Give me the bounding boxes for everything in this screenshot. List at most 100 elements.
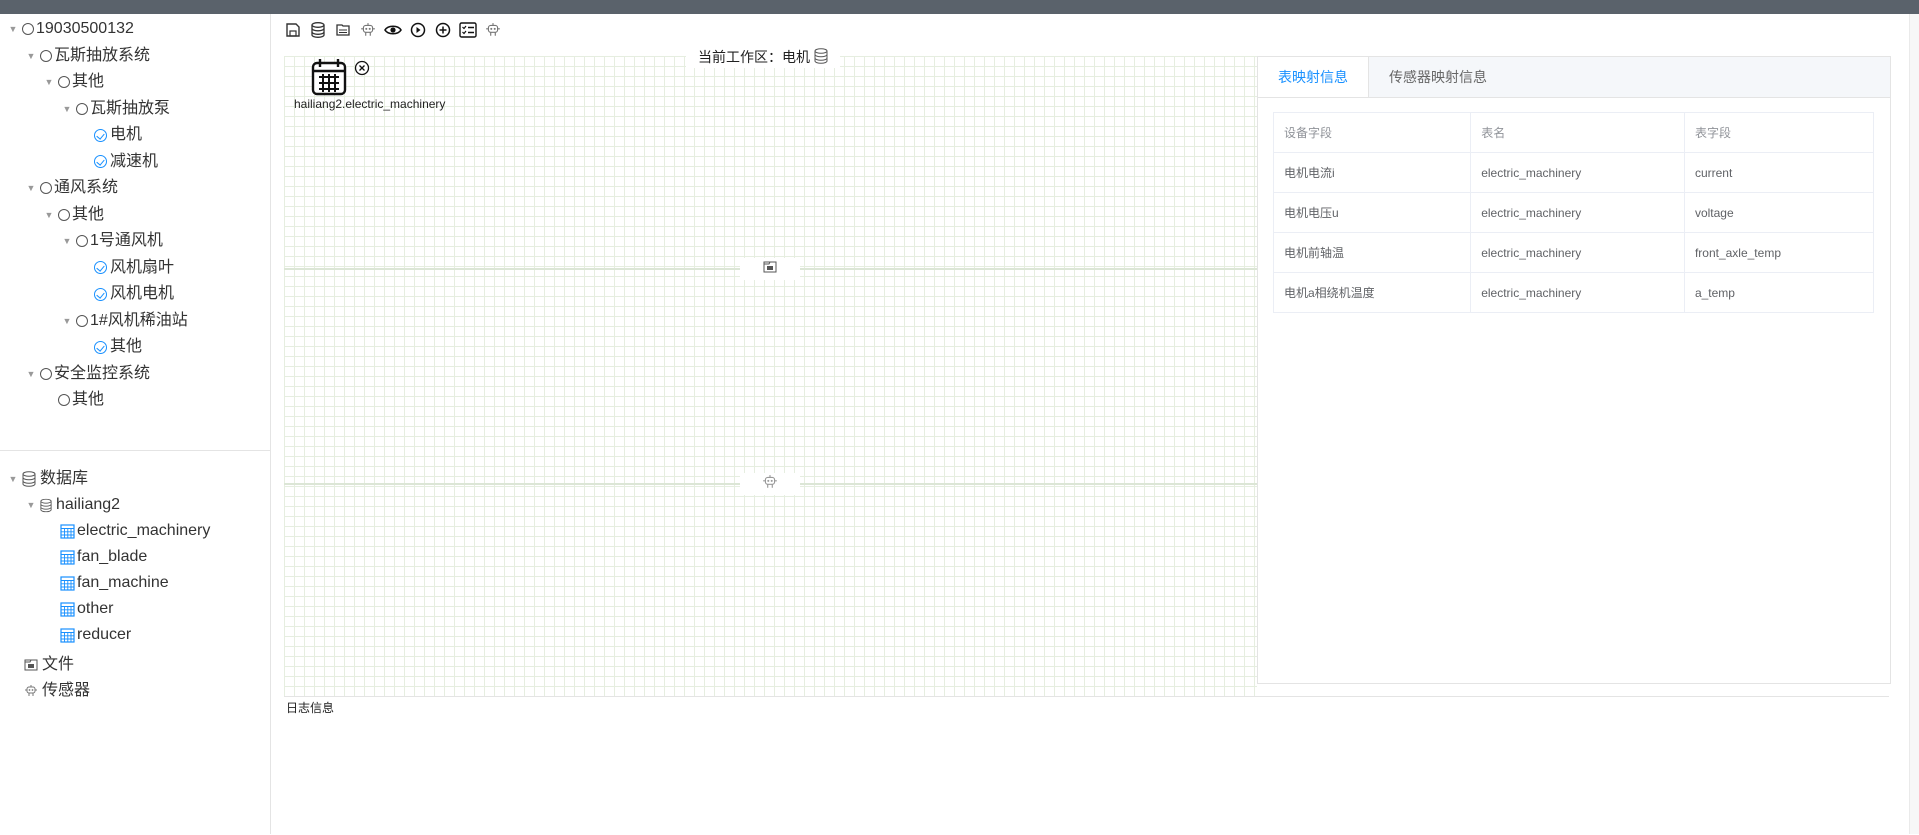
table-cell: 电机电流i — [1272, 152, 1472, 193]
check-circle-icon — [94, 128, 107, 142]
check-circle-icon — [94, 340, 107, 354]
tree-node[interactable]: 减速机 — [78, 149, 158, 175]
tab-sensor-mapping[interactable]: 传感器映射信息 — [1369, 57, 1507, 97]
table-row[interactable]: 电机电压u electric_machinery voltage — [1272, 192, 1875, 233]
column-header: 表名 — [1470, 112, 1685, 153]
tree-node[interactable]: 风机扇叶 — [78, 255, 174, 281]
table-cell: voltage — [1683, 192, 1875, 233]
tree-node[interactable]: ▼ 瓦斯抽放系统 — [24, 43, 150, 69]
tree-node[interactable]: 其他 — [78, 334, 142, 360]
table-cell: electric_machinery — [1470, 192, 1685, 233]
database-icon[interactable] — [309, 21, 327, 39]
table-cell: electric_machinery — [1470, 152, 1685, 193]
table-cell: a_temp — [1683, 272, 1875, 313]
check-circle-icon — [94, 261, 107, 274]
db-table-label: other — [77, 600, 114, 617]
table-icon — [60, 601, 75, 617]
tree-node-label: 其他 — [72, 73, 105, 90]
db-table-label: fan_blade — [77, 548, 148, 565]
table-cell: electric_machinery — [1470, 272, 1685, 313]
scrollbar[interactable] — [1909, 14, 1919, 834]
tree-node[interactable]: ▼ 19030500132 — [6, 16, 134, 42]
table-row[interactable]: 电机a相绕机温度 electric_machinery a_temp — [1272, 272, 1875, 313]
db-table-item[interactable]: electric_machinery — [60, 518, 210, 544]
tree-node-label: 瓦斯抽放泵 — [90, 99, 171, 117]
tree-node[interactable]: ▼ 1#风机稀油站 — [60, 308, 188, 334]
circle-icon — [40, 182, 52, 194]
database-icon — [814, 47, 828, 67]
db-tree-sensors[interactable]: 传感器 — [24, 678, 90, 704]
db-tree-sensors-label: 传感器 — [42, 682, 91, 699]
tree-node[interactable]: ▼ 通风系统 — [24, 175, 118, 201]
chevron-down-icon[interactable]: ▼ — [60, 228, 74, 254]
db-tree-database[interactable]: ▼ hailiang2 — [24, 492, 121, 518]
table-cell: electric_machinery — [1470, 232, 1685, 273]
db-tree-root[interactable]: ▼ 数据库 — [6, 466, 88, 492]
chevron-down-icon[interactable]: ▼ — [24, 43, 38, 69]
file-icon[interactable] — [334, 21, 352, 39]
save-icon[interactable] — [284, 21, 302, 39]
tree-node[interactable]: 其他 — [42, 387, 104, 413]
table-cell: 电机前轴温 — [1272, 232, 1472, 273]
mapping-table: 设备字段 表名 表字段 电机电流i electric_machinery curre… — [1272, 112, 1875, 313]
table-icon — [60, 575, 75, 591]
log-panel: 日志信息 — [284, 696, 1889, 835]
robot-icon — [762, 474, 778, 495]
robot-outline-icon[interactable] — [484, 21, 502, 39]
table-icon — [60, 627, 75, 643]
tab-table-mapping[interactable]: 表映射信息 — [1258, 57, 1369, 97]
toolbar — [284, 18, 502, 42]
left-panel: ▼ 19030500132 ▼ 瓦斯抽放系统 ▼ 其他 ▼ 瓦斯抽放泵 电机 减速机 ▼ 通风系统 ▼ 其… — [0, 14, 271, 834]
circle-icon — [76, 314, 88, 327]
chevron-down-icon[interactable]: ▼ — [24, 175, 38, 201]
tree-node[interactable]: ▼ 其他 — [42, 69, 104, 95]
chevron-down-icon[interactable]: ▼ — [24, 492, 38, 518]
workspace-canvas[interactable] — [284, 56, 1257, 696]
tree-node[interactable]: ▼ 1号通风机 — [60, 228, 163, 254]
folder-icon — [763, 260, 777, 279]
chevron-down-icon[interactable]: ▼ — [60, 96, 74, 122]
table-icon — [60, 549, 75, 565]
circle-icon — [58, 208, 70, 221]
table-row[interactable]: 电机电流i electric_machinery current — [1272, 152, 1875, 193]
eye-icon[interactable] — [384, 21, 402, 39]
db-table-item[interactable]: fan_blade — [60, 544, 147, 570]
robot-icon[interactable] — [359, 21, 377, 39]
column-header: 表字段 — [1683, 112, 1875, 153]
db-table-item[interactable]: other — [60, 596, 113, 622]
chevron-down-icon[interactable]: ▼ — [42, 69, 56, 95]
db-table-label: electric_machinery — [77, 522, 211, 539]
table-row[interactable]: 电机前轴温 electric_machinery front_axle_temp — [1272, 232, 1875, 273]
calendar-table-icon[interactable] — [311, 58, 347, 101]
tree-node[interactable]: 电机 — [78, 122, 142, 148]
file-section-handle[interactable] — [740, 258, 800, 280]
chevron-down-icon[interactable]: ▼ — [6, 466, 20, 492]
db-tree-root-label: 数据库 — [40, 470, 89, 487]
db-table-item[interactable]: fan_machine — [60, 570, 169, 596]
tree-node-label: 瓦斯抽放系统 — [54, 46, 151, 64]
tree-node-label: 1号通风机 — [90, 232, 163, 249]
chevron-down-icon[interactable]: ▼ — [42, 202, 56, 228]
db-table-item[interactable]: reducer — [60, 622, 131, 648]
sensor-section-handle[interactable] — [740, 473, 800, 495]
mapping-tabs: 表映射信息 传感器映射信息 — [1258, 57, 1890, 98]
tree-node[interactable]: ▼ 瓦斯抽放泵 — [60, 96, 170, 122]
plus-circle-icon[interactable] — [434, 21, 452, 39]
database-icon — [40, 498, 52, 513]
db-tree-files[interactable]: 文件 — [24, 652, 74, 678]
column-header: 设备字段 — [1272, 112, 1472, 153]
device-tree: ▼ 19030500132 ▼ 瓦斯抽放系统 ▼ 其他 ▼ 瓦斯抽放泵 电机 减速机 ▼ 通风系统 ▼ 其… — [0, 14, 270, 451]
tree-node[interactable]: ▼ 安全监控系统 — [24, 361, 150, 387]
play-icon[interactable] — [409, 21, 427, 39]
db-table-label: reducer — [77, 626, 132, 643]
chevron-down-icon[interactable]: ▼ — [60, 308, 74, 334]
tree-node[interactable]: ▼ 其他 — [42, 202, 104, 228]
tree-node[interactable]: 风机电机 — [78, 281, 174, 307]
top-bar — [0, 0, 1919, 14]
chevron-down-icon[interactable]: ▼ — [6, 16, 20, 42]
tree-node-label: 其他 — [110, 338, 143, 355]
checklist-icon[interactable] — [459, 21, 477, 39]
chevron-down-icon[interactable]: ▼ — [24, 361, 38, 387]
close-icon[interactable] — [354, 60, 370, 76]
table-icon — [60, 523, 75, 539]
